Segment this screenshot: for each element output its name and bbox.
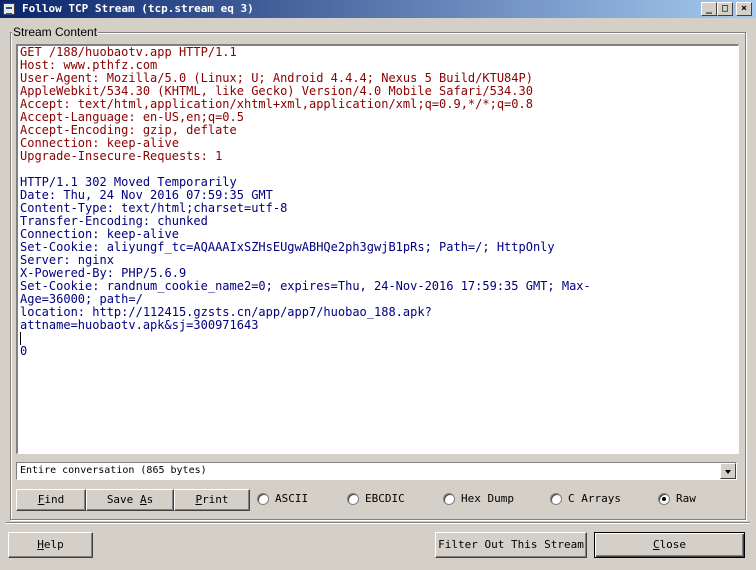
conversation-select-value: Entire conversation (865 bytes) — [20, 465, 207, 476]
format-c-arrays-label: C Arrays — [568, 492, 621, 505]
close-window-button[interactable]: × — [736, 2, 752, 16]
minimize-button[interactable]: _ — [701, 2, 717, 16]
stream-content-label: Stream Content — [12, 25, 99, 39]
maximize-icon: □ — [721, 3, 729, 14]
format-raw-label: Raw — [676, 492, 696, 505]
format-ebcdic-label: EBCDIC — [365, 492, 405, 505]
window-title: Follow TCP Stream (tcp.stream eq 3) — [22, 2, 254, 15]
chevron-down-icon[interactable] — [720, 463, 736, 479]
title-bar[interactable]: Follow TCP Stream (tcp.stream eq 3) _ □ … — [0, 0, 756, 18]
radio-ascii-icon[interactable] — [257, 493, 269, 505]
response-line: Set-Cookie: aliyungf_tc=AQAAAIxSZHsEUgwA… — [20, 240, 555, 254]
request-line: Upgrade-Insecure-Requests: 1 — [20, 149, 223, 163]
wireshark-app-icon — [3, 3, 15, 15]
maximize-button[interactable]: □ — [717, 2, 733, 16]
close-icon: × — [740, 3, 748, 14]
minimize-icon: _ — [705, 3, 713, 14]
response-text-block: HTTP/1.1 302 Moved Temporarily Date: Thu,… — [20, 176, 736, 332]
radio-c-arrays-icon[interactable] — [550, 493, 562, 505]
stream-text-area[interactable]: GET /188/huobaotv.app HTTP/1.1 Host: www.… — [16, 44, 739, 454]
radio-ebcdic-icon[interactable] — [347, 493, 359, 505]
find-button[interactable]: Find — [16, 489, 86, 511]
print-button[interactable]: Print — [174, 489, 250, 511]
format-hex-dump-label: Hex Dump — [461, 492, 514, 505]
format-ascii-label: ASCII — [275, 492, 309, 505]
close-button[interactable]: Close — [594, 532, 745, 558]
trailer-text-block: 0 — [20, 332, 736, 358]
request-text-block: GET /188/huobaotv.app HTTP/1.1 Host: www.… — [20, 46, 736, 163]
conversation-select[interactable]: Entire conversation (865 bytes) — [16, 462, 737, 480]
radio-hex-dump-icon[interactable] — [443, 493, 455, 505]
help-button[interactable]: Help — [8, 532, 93, 558]
save-as-button[interactable]: Save As — [86, 489, 174, 511]
trailer-line — [20, 332, 736, 345]
divider — [6, 522, 750, 524]
radio-raw-icon[interactable] — [658, 493, 670, 505]
response-line: attname=huobaotv.apk&sj=300971643 — [20, 318, 259, 332]
trailer-line: 0 — [20, 344, 28, 358]
filter-out-stream-button[interactable]: Filter Out This Stream — [435, 532, 587, 558]
